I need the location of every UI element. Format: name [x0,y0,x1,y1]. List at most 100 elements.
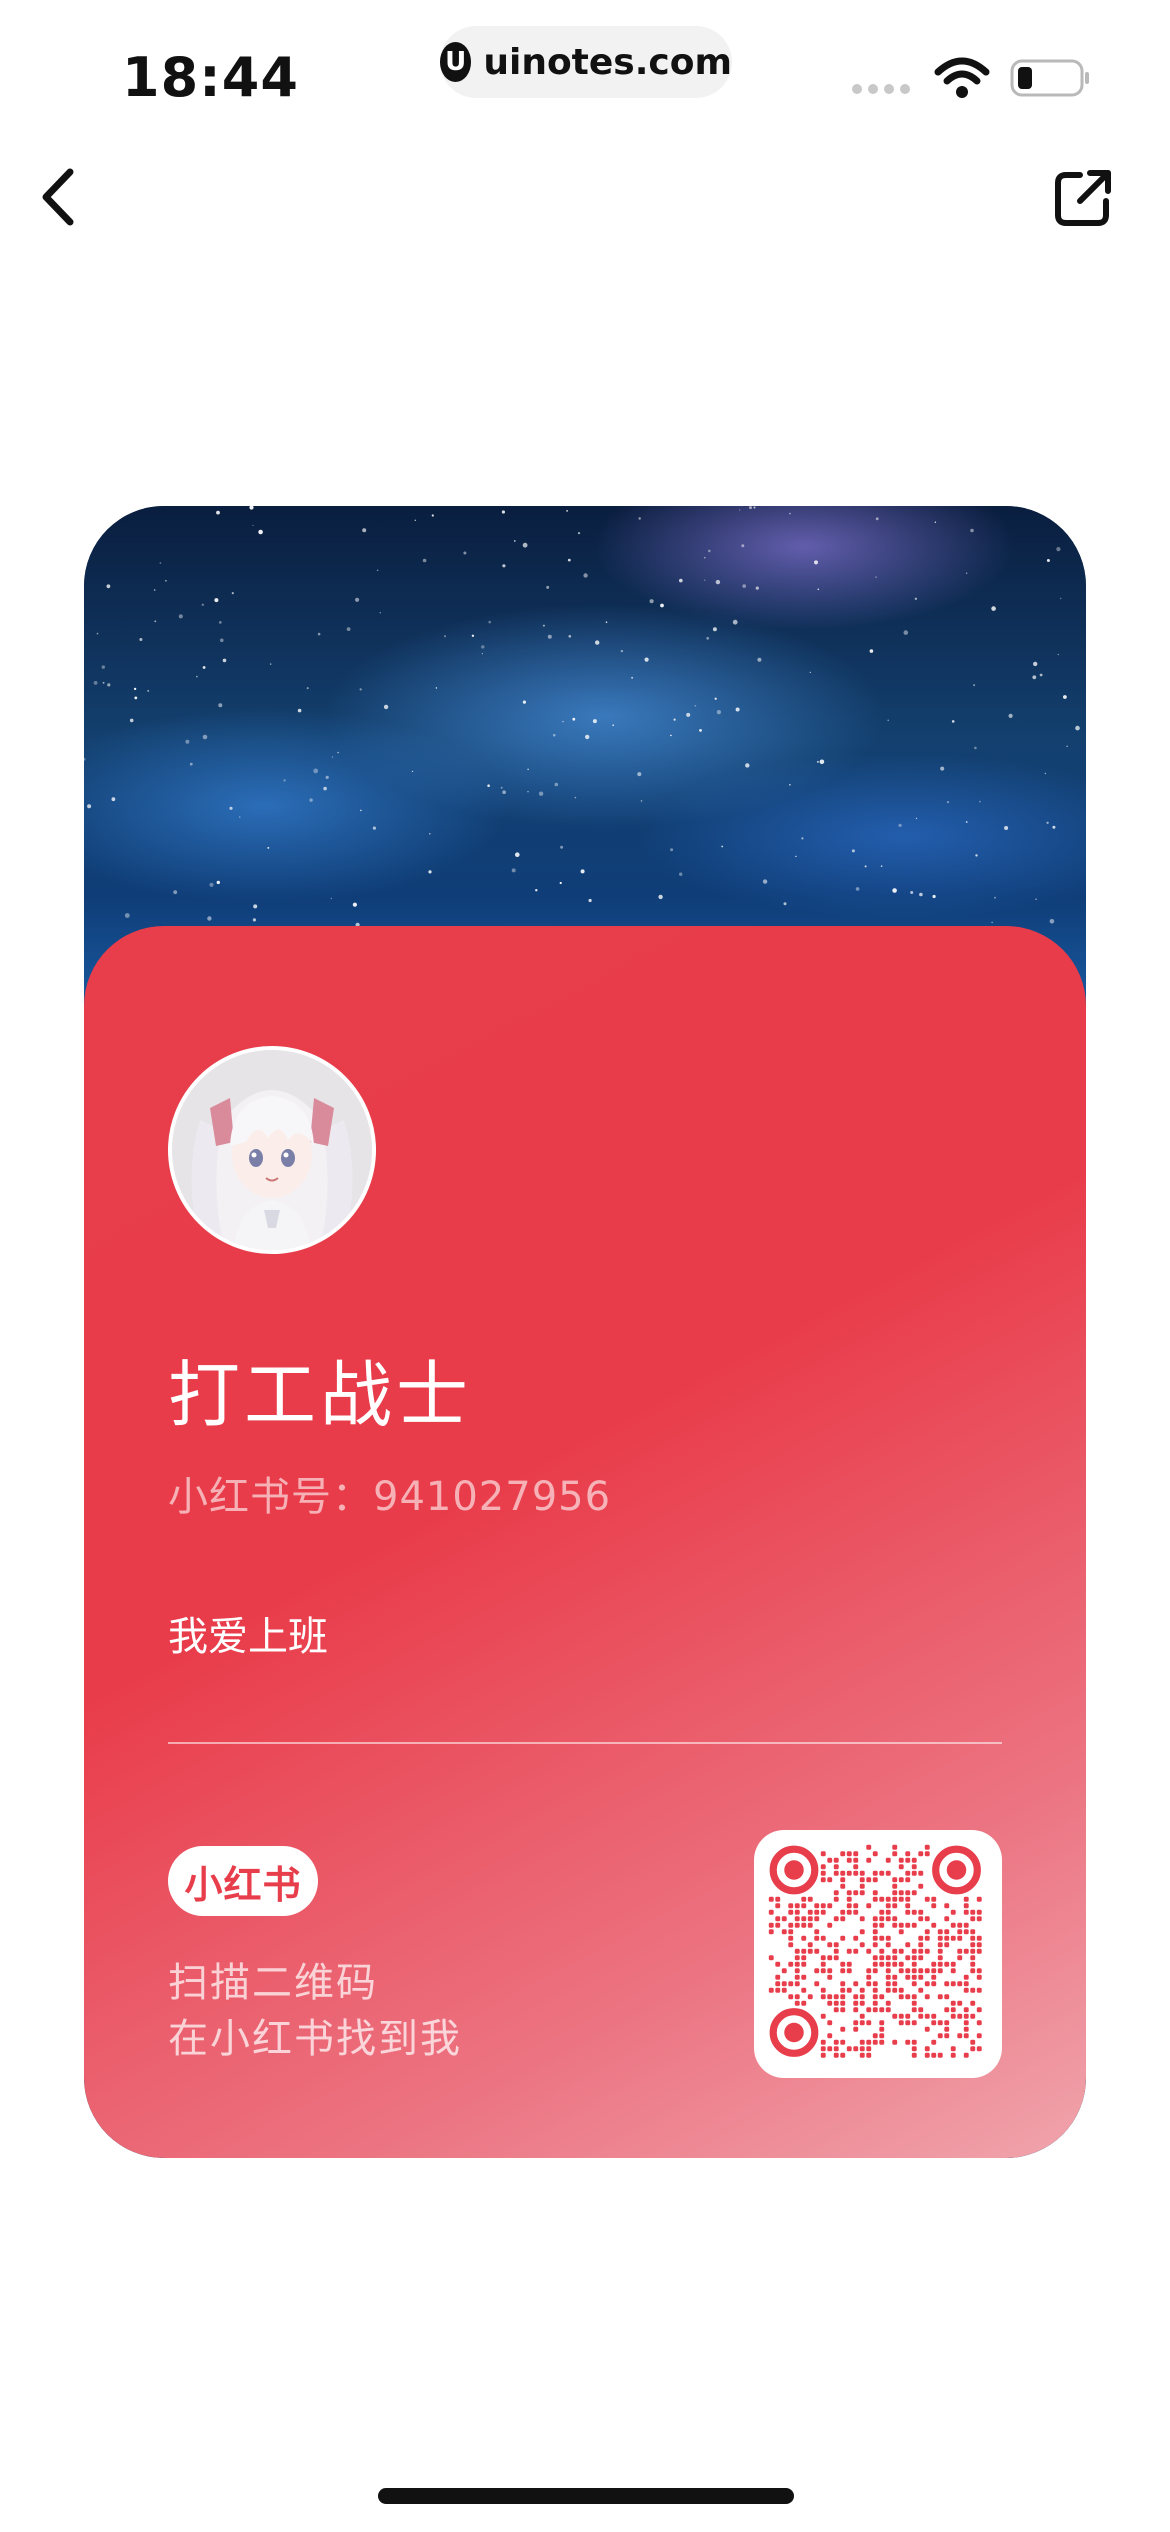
star [567,558,571,562]
qr-module [937,1942,943,1948]
qr-module [911,1948,917,1954]
star [444,635,446,638]
qr-module [970,2013,976,2019]
star [851,849,855,853]
card-info-panel: 打工战士 小红书号：941027956 我爱上班 小红书 扫描二维码 在小红书找… [84,926,1086,2158]
star [522,542,528,548]
site-logo-icon: U [440,42,472,82]
star [880,865,883,867]
qr-module [937,1961,943,1967]
qr-module [775,1974,781,1980]
qr-module [950,1909,956,1915]
qr-module [892,1974,898,1980]
red-id[interactable]: 小红书号：941027956 [168,1464,611,1522]
qr-module [976,1935,982,1941]
qr-module [820,2013,826,2019]
qr-module [898,1922,904,1928]
qr-module [788,1929,794,1935]
star [196,675,198,678]
star [875,517,879,521]
star [817,588,820,591]
qr-module [814,1903,820,1909]
back-chevron-icon[interactable] [30,162,90,232]
qr-module [976,1987,982,1993]
qr-module [924,1851,930,1857]
star [129,718,134,723]
qr-module [892,1851,898,1857]
qr-module [859,1929,865,1935]
qr-module [905,1942,911,1948]
star [216,880,220,885]
qr-module [918,1851,924,1857]
home-indicator[interactable] [378,2488,794,2504]
qr-module [898,1987,904,1993]
qr-module [872,1870,878,1876]
star [741,544,745,548]
star [742,584,746,588]
qr-module [833,2046,839,2052]
qr-module [963,1896,969,1902]
battery-icon [1010,59,1089,97]
qr-module [820,1961,826,1967]
star [1075,725,1080,731]
qr-module [885,1968,891,1974]
star [201,603,204,606]
qr-code[interactable] [754,1830,1002,2078]
qr-module [872,1896,878,1902]
star [153,589,156,591]
star [87,804,92,809]
qr-module [911,1974,917,1980]
star [974,746,977,750]
qr-module [879,2007,885,2013]
star [527,791,529,793]
qr-module [963,1948,969,1954]
qr-module [970,1942,976,1948]
qr-module [853,2020,859,2026]
qr-module [905,1968,911,1974]
qr-code-pattern [768,1844,982,2058]
qr-module [970,1929,976,1935]
url-pill[interactable]: U uinotes.com [440,26,732,98]
qr-module [853,1870,859,1876]
star [1056,547,1061,552]
star [352,902,357,907]
qr-module [833,1916,839,1922]
qr-module [944,1916,950,1922]
qr-module [853,1890,859,1896]
qr-module [814,1968,820,1974]
qr-module [788,1909,794,1915]
star [869,649,874,653]
qr-module [898,2020,904,2026]
qr-module [814,1909,820,1915]
qr-module [911,2052,917,2058]
share-external-icon[interactable] [1050,165,1116,231]
qr-module [853,1981,859,1987]
qr-module [827,1877,833,1883]
qr-module [775,1916,781,1922]
avatar[interactable] [168,1046,376,1254]
qr-module [885,1974,891,1980]
qr-module [768,1987,774,1993]
qr-module [768,1955,774,1961]
qr-module [970,2039,976,2045]
star [566,510,568,512]
qr-module [924,1981,930,1987]
star [864,865,867,868]
star [154,620,157,623]
star [991,921,993,924]
star [1063,695,1067,699]
qr-module [879,1909,885,1915]
qr-module [794,1961,800,1967]
star [965,821,968,823]
qr-module [885,1896,891,1902]
qr-module [866,1903,872,1909]
qr-module [872,2033,878,2039]
qr-module [970,1955,976,1961]
qr-module [885,2000,891,2006]
qr-module [807,1994,813,2000]
star [1033,661,1038,667]
star [317,632,321,636]
qr-module [911,1994,917,2000]
star [783,902,787,906]
qr-module [801,1896,807,1902]
